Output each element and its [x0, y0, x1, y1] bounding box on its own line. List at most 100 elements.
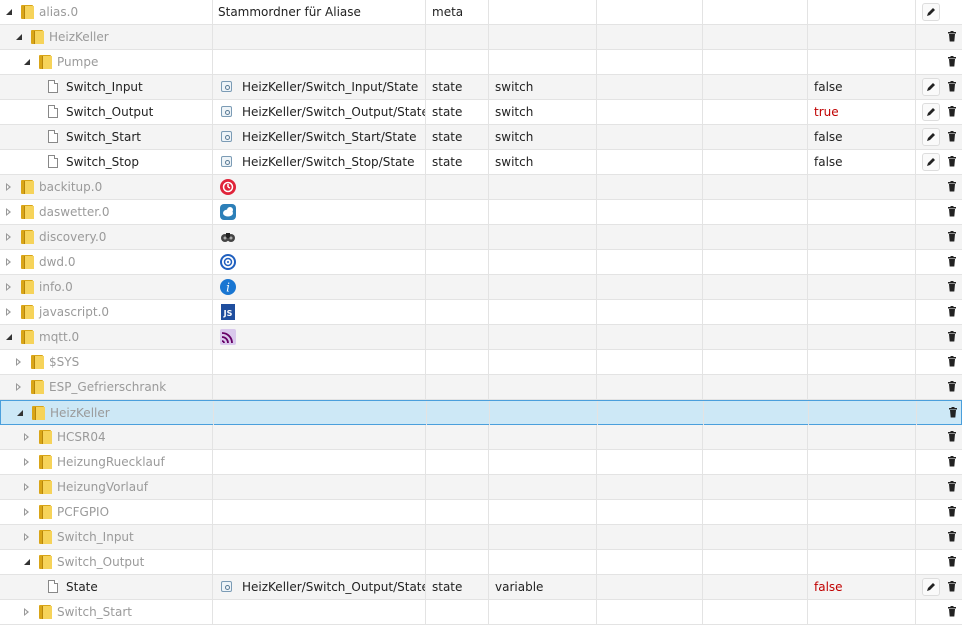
delete-button[interactable] [944, 328, 962, 346]
function-cell [704, 401, 809, 425]
collapse-toggle-icon[interactable] [16, 34, 22, 40]
expand-toggle-icon[interactable] [24, 608, 29, 616]
delete-button[interactable] [944, 553, 962, 571]
delete-button[interactable] [944, 103, 962, 121]
delete-button[interactable] [944, 178, 962, 196]
delete-button[interactable] [944, 603, 962, 621]
delete-button[interactable] [944, 28, 962, 46]
delete-button[interactable] [944, 128, 962, 146]
tree-row[interactable]: dwd.0 [0, 250, 962, 275]
tree-row[interactable]: Pumpe [0, 50, 962, 75]
tree-row[interactable]: Switch_Stop HeizKeller/Switch_Stop/State s… [0, 150, 962, 175]
delete-button[interactable] [944, 353, 962, 371]
tree-row[interactable]: State HeizKeller/Switch_Output/State state… [0, 575, 962, 600]
folder-icon [21, 180, 34, 194]
tree-row[interactable]: Switch_Output [0, 550, 962, 575]
state-value[interactable]: false [814, 150, 843, 174]
delete-button[interactable] [944, 528, 962, 546]
expand-toggle-icon[interactable] [16, 383, 21, 391]
delete-button[interactable] [944, 578, 962, 596]
folder-icon [39, 530, 52, 544]
tree-row[interactable]: $SYS [0, 350, 962, 375]
edit-button[interactable] [922, 103, 940, 121]
expand-toggle-icon[interactable] [24, 458, 29, 466]
delete-button[interactable] [944, 253, 962, 271]
value-cell[interactable]: false [808, 125, 916, 149]
delete-button[interactable] [944, 453, 962, 471]
role-cell [489, 275, 597, 299]
name-description-cell: HeizKeller/Switch_Output/State [213, 575, 426, 599]
delete-button[interactable] [945, 404, 962, 422]
tree-row[interactable]: Switch_Input [0, 525, 962, 550]
tree-row[interactable]: javascript.0 JS [0, 300, 962, 325]
delete-button[interactable] [944, 153, 962, 171]
delete-button[interactable] [944, 503, 962, 521]
expand-toggle-icon[interactable] [6, 308, 11, 316]
edit-button[interactable] [922, 578, 940, 596]
collapse-toggle-icon[interactable] [24, 559, 30, 565]
collapse-toggle-icon[interactable] [24, 59, 30, 65]
expand-toggle-icon[interactable] [6, 258, 11, 266]
expand-toggle-icon[interactable] [24, 433, 29, 441]
delete-button[interactable] [944, 478, 962, 496]
edit-button[interactable] [922, 128, 940, 146]
delete-button[interactable] [944, 203, 962, 221]
expand-toggle-icon[interactable] [6, 233, 11, 241]
tree-row[interactable]: HeizungRuecklauf [0, 450, 962, 475]
actions-cell [916, 25, 962, 49]
collapse-toggle-icon[interactable] [17, 410, 23, 416]
expand-toggle-icon[interactable] [24, 508, 29, 516]
function-cell [703, 550, 808, 574]
delete-button[interactable] [944, 53, 962, 71]
delete-button[interactable] [944, 378, 962, 396]
expand-toggle-icon[interactable] [6, 208, 11, 216]
tree-row[interactable]: HCSR04 [0, 425, 962, 450]
edit-button[interactable] [922, 3, 940, 21]
function-cell [703, 350, 808, 374]
tree-row[interactable]: HeizungVorlauf [0, 475, 962, 500]
actions-cell [916, 525, 962, 549]
tree-row[interactable]: HeizKeller [0, 400, 962, 425]
delete-button[interactable] [944, 278, 962, 296]
type-cell: state [426, 75, 489, 99]
value-cell[interactable]: true [808, 100, 916, 124]
expand-toggle-icon[interactable] [6, 283, 11, 291]
name-cell: Pumpe [0, 50, 213, 74]
tree-row[interactable]: alias.0 Stammordner für Aliase meta [0, 0, 962, 25]
delete-button[interactable] [944, 428, 962, 446]
expand-toggle-icon[interactable] [6, 183, 11, 191]
tree-row[interactable]: Switch_Start HeizKeller/Switch_Start/Stat… [0, 125, 962, 150]
value-cell[interactable]: false [808, 575, 916, 599]
tree-row[interactable]: mqtt.0 [0, 325, 962, 350]
actions-cell [916, 0, 962, 24]
tree-row[interactable]: discovery.0 [0, 225, 962, 250]
collapse-toggle-icon[interactable] [6, 9, 12, 15]
value-cell[interactable]: false [808, 150, 916, 174]
state-value[interactable]: false [814, 125, 843, 149]
collapse-toggle-icon[interactable] [6, 334, 12, 340]
tree-row[interactable]: Switch_Output HeizKeller/Switch_Output/St… [0, 100, 962, 125]
edit-button[interactable] [922, 78, 940, 96]
room-cell [597, 25, 703, 49]
expand-toggle-icon[interactable] [24, 533, 29, 541]
tree-row[interactable]: backitup.0 [0, 175, 962, 200]
delete-button[interactable] [944, 303, 962, 321]
tree-row[interactable]: Switch_Input HeizKeller/Switch_Input/Stat… [0, 75, 962, 100]
tree-row[interactable]: Switch_Start [0, 600, 962, 625]
delete-button[interactable] [944, 78, 962, 96]
state-value[interactable]: true [814, 100, 839, 124]
state-value[interactable]: false [814, 75, 843, 99]
edit-button[interactable] [922, 153, 940, 171]
expand-toggle-icon[interactable] [24, 483, 29, 491]
tree-row[interactable]: daswetter.0 [0, 200, 962, 225]
tree-row[interactable]: info.0 i [0, 275, 962, 300]
tree-row[interactable]: ESP_Gefrierschrank [0, 375, 962, 400]
expand-toggle-icon[interactable] [16, 358, 21, 366]
dwd-adapter-icon [219, 253, 237, 271]
state-value[interactable]: false [814, 575, 843, 599]
value-cell[interactable]: false [808, 75, 916, 99]
tree-row[interactable]: HeizKeller [0, 25, 962, 50]
actions-cell [916, 500, 962, 524]
delete-button[interactable] [944, 228, 962, 246]
tree-row[interactable]: PCFGPIO [0, 500, 962, 525]
